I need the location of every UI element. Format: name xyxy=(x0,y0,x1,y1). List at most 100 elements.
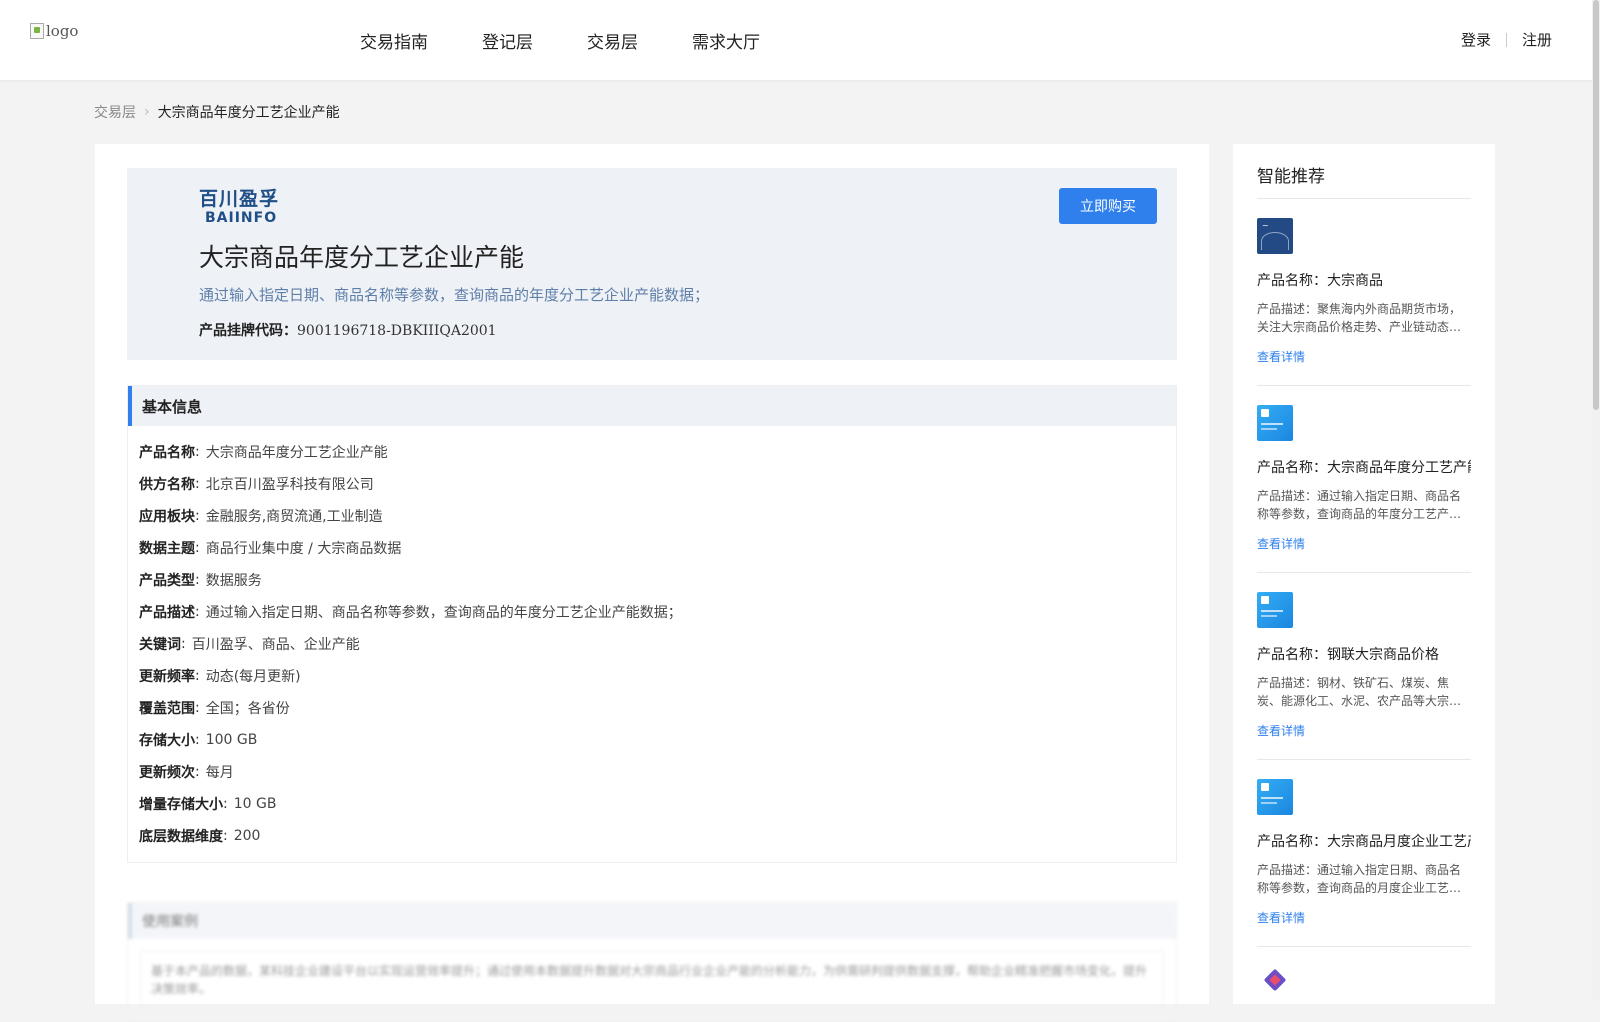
thumbnail-line xyxy=(1261,428,1277,430)
info-row: 数据主题: 商品行业集中度 / 大宗商品数据 xyxy=(139,540,402,557)
breadcrumb-current: 大宗商品年度分工艺企业产能 xyxy=(157,105,340,121)
scrollbar-thumb[interactable] xyxy=(1593,0,1599,410)
info-value: 北京百川盈孚科技有限公司 xyxy=(205,477,374,493)
recommendation-card[interactable]: 产品名称：大宗商品月度企业工艺产能 产品描述：通过输入指定日期、商品名称等参数，… xyxy=(1257,779,1471,926)
info-value: 动态(每月更新) xyxy=(205,669,301,685)
info-row: 应用板块: 金融服务,商贸流通,工业制造 xyxy=(139,508,383,525)
info-row: 产品名称: 大宗商品年度分工艺企业产能 xyxy=(139,444,388,461)
recommendation-card[interactable]: 产品名称：大宗商品年度分工艺产能 产品描述：通过输入指定日期、商品名称等参数，查… xyxy=(1257,405,1471,552)
usage-case-text: 基于本产品的数据，某科技企业建设平台以实现运营效率提升；通过使用本数据提升数据对… xyxy=(140,951,1164,1009)
product-code-label: 产品挂牌代码： xyxy=(199,323,297,339)
view-details-link[interactable]: 查看详情 xyxy=(1257,348,1471,365)
nav-item-trade-guide[interactable]: 交易指南 xyxy=(360,28,428,53)
product-thumbnail[interactable] xyxy=(1257,405,1293,441)
info-label: 更新频率 xyxy=(139,669,195,685)
sidebar-divider xyxy=(1257,198,1471,199)
card-divider xyxy=(1257,385,1471,386)
recommendation-sidebar: 智能推荐 ~ 产品名称：大宗商品 产品描述：聚焦海内外商品期货市场，关注大宗商品… xyxy=(1233,144,1495,1004)
nav-item-demand-hall[interactable]: 需求大厅 xyxy=(692,28,760,53)
view-details-link[interactable]: 查看详情 xyxy=(1257,535,1471,552)
thumbnail-line xyxy=(1261,423,1283,425)
nav-item-trading-layer[interactable]: 交易层 xyxy=(587,28,638,53)
document-icon xyxy=(1261,596,1269,604)
product-title: 大宗商品年度分工艺企业产能 xyxy=(199,243,525,272)
card-divider xyxy=(1257,759,1471,760)
card-divider xyxy=(1257,946,1471,947)
info-label: 存储大小 xyxy=(139,733,195,749)
main-nav: 交易指南 登记层 交易层 需求大厅 xyxy=(360,28,814,53)
info-value: 商品行业集中度 / 大宗商品数据 xyxy=(205,541,402,557)
info-label: 更新频次 xyxy=(139,765,195,781)
thumbnail-title-glyph: ~ xyxy=(1262,221,1269,230)
brand-name-en: BAIINFO xyxy=(205,210,278,226)
product-detail-panel: 百川盈孚 BAIINFO 大宗商品年度分工艺企业产能 通过输入指定日期、商品名称… xyxy=(95,144,1209,1022)
info-row: 产品类型: 数据服务 xyxy=(139,572,262,589)
document-icon xyxy=(1261,409,1269,417)
info-row: 增量存储大小:10 GB xyxy=(139,796,277,813)
recommendation-name[interactable]: 产品名称：钢联大宗商品价格 xyxy=(1257,644,1471,664)
top-header: logo 交易指南 登记层 交易层 需求大厅 登录 注册 xyxy=(0,0,1592,80)
basic-info-heading: 基本信息 xyxy=(128,386,1176,426)
broken-image-icon xyxy=(30,23,44,39)
brand-name-cn: 百川盈孚 xyxy=(199,188,280,210)
view-details-link[interactable]: 查看详情 xyxy=(1257,909,1471,926)
info-value: 100 GB xyxy=(205,732,258,748)
product-code: 产品挂牌代码：9001196718-DBKIIIQA2001 xyxy=(199,320,497,340)
info-row: 存储大小:100 GB xyxy=(139,732,258,749)
info-value: 200 xyxy=(233,828,261,844)
breadcrumb-parent[interactable]: 交易层 xyxy=(94,102,136,122)
product-hero: 百川盈孚 BAIINFO 大宗商品年度分工艺企业产能 通过输入指定日期、商品名称… xyxy=(127,168,1177,360)
recommendation-card[interactable] xyxy=(1257,966,1471,1002)
recommendation-card[interactable]: 产品名称：钢联大宗商品价格 产品描述：钢材、铁矿石、煤炭、焦炭、能源化工、水泥、… xyxy=(1257,592,1471,739)
product-subtitle: 通过输入指定日期、商品名称等参数，查询商品的年度分工艺企业产能数据； xyxy=(199,286,710,304)
view-details-link[interactable]: 查看详情 xyxy=(1257,722,1471,739)
chevron-right-icon: › xyxy=(144,104,150,120)
login-link[interactable]: 登录 xyxy=(1461,29,1491,50)
buy-now-button[interactable]: 立即购买 xyxy=(1059,188,1157,224)
info-label: 产品类型 xyxy=(139,573,195,589)
info-label: 供方名称 xyxy=(139,477,195,493)
info-label: 产品描述 xyxy=(139,605,195,621)
document-icon xyxy=(1261,783,1269,791)
recommendation-name[interactable]: 产品名称：大宗商品年度分工艺产能 xyxy=(1257,457,1471,477)
info-row: 关键词: 百川盈孚、商品、企业产能 xyxy=(139,636,360,653)
thumbnail-line xyxy=(1261,802,1277,804)
info-row: 产品描述: 通过输入指定日期、商品名称等参数，查询商品的年度分工艺企业产能数据； xyxy=(139,604,682,621)
network-graphic-icon xyxy=(1261,232,1289,250)
product-thumbnail[interactable] xyxy=(1257,592,1293,628)
basic-info-section: 基本信息 产品名称: 大宗商品年度分工艺企业产能 供方名称: 北京百川盈孚科技有限公… xyxy=(127,385,1177,863)
info-value: 百川盈孚、商品、企业产能 xyxy=(191,637,360,653)
info-label: 覆盖范围 xyxy=(139,701,195,717)
auth-divider xyxy=(1505,32,1507,47)
recommendation-name[interactable]: 产品名称：大宗商品 xyxy=(1257,270,1471,290)
product-thumbnail[interactable] xyxy=(1257,779,1293,815)
info-value: 全国；各省份 xyxy=(205,701,290,717)
supplier-brand-logo: 百川盈孚 BAIINFO xyxy=(199,188,280,226)
info-value: 数据服务 xyxy=(205,573,262,589)
info-value: 10 GB xyxy=(233,796,277,812)
info-label: 底层数据维度 xyxy=(139,829,223,845)
page-scrollbar[interactable] xyxy=(1592,0,1600,1000)
card-divider xyxy=(1257,572,1471,573)
recommendation-name[interactable]: 产品名称：大宗商品月度企业工艺产能 xyxy=(1257,831,1471,851)
info-row: 覆盖范围: 全国；各省份 xyxy=(139,700,290,717)
recommendation-desc: 产品描述：通过输入指定日期、商品名称等参数，查询商品的月度企业工艺… xyxy=(1257,863,1462,895)
info-value: 通过输入指定日期、商品名称等参数，查询商品的年度分工艺企业产能数据； xyxy=(205,605,682,621)
product-thumbnail[interactable] xyxy=(1257,966,1293,1002)
logo-alt-text: logo xyxy=(46,22,79,40)
info-row: 更新频率: 动态(每月更新) xyxy=(139,668,301,685)
usage-case-heading: 使用案例 xyxy=(128,903,1176,939)
info-label: 应用板块 xyxy=(139,509,195,525)
nav-item-registry-layer[interactable]: 登记层 xyxy=(482,28,533,53)
site-logo[interactable]: logo xyxy=(30,22,78,40)
info-label: 数据主题 xyxy=(139,541,195,557)
info-label: 产品名称 xyxy=(139,445,195,461)
product-thumbnail[interactable]: ~ xyxy=(1257,218,1293,254)
info-row: 底层数据维度:200 xyxy=(139,828,261,845)
info-value: 大宗商品年度分工艺企业产能 xyxy=(205,445,388,461)
recommendation-card[interactable]: ~ 产品名称：大宗商品 产品描述：聚焦海内外商品期货市场，关注大宗商品价格走势、… xyxy=(1257,218,1471,365)
register-link[interactable]: 注册 xyxy=(1522,29,1552,50)
auth-links: 登录 注册 xyxy=(1461,29,1552,50)
info-value: 每月 xyxy=(205,765,234,781)
usage-case-section: 使用案例 基于本产品的数据，某科技企业建设平台以实现运营效率提升；通过使用本数据… xyxy=(127,902,1177,1022)
